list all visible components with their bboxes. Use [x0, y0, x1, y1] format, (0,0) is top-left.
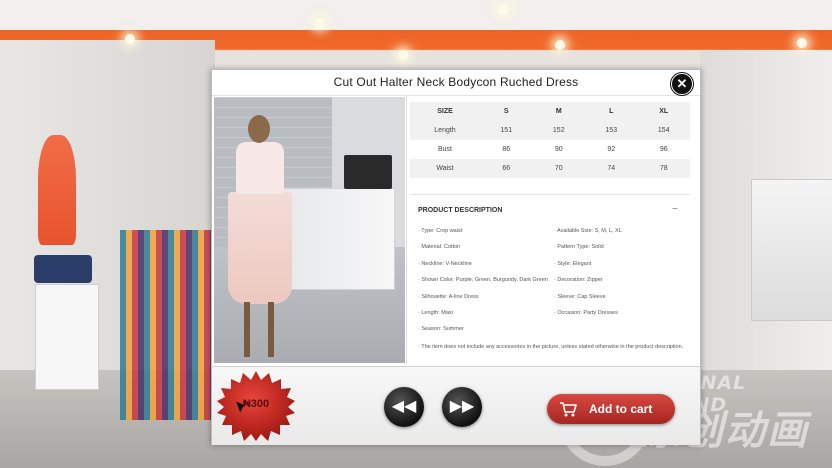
ceiling-light [555, 40, 565, 50]
collapse-icon[interactable]: − [672, 204, 678, 215]
display-shelf [36, 285, 98, 389]
display-bag [34, 255, 92, 283]
add-to-cart-label: Add to cart [589, 402, 653, 416]
attribute-item: · Style: Elegant [554, 261, 592, 267]
size-header: L [585, 102, 638, 121]
table-cell: 90 [554, 146, 563, 153]
attribute-item: · Season: Summer [418, 326, 464, 332]
ceiling-band [0, 0, 832, 30]
ceiling-light [125, 34, 135, 44]
ceiling-light [498, 5, 508, 15]
attribute-item: · Material: Cotton [418, 244, 461, 250]
attribute-item: · Available Size: S, M, L, XL [554, 228, 622, 234]
table-row: Length 151 152 153 154 [410, 121, 690, 140]
attribute-item: · Pattern Type: Solid [554, 244, 604, 250]
mannequin-leg [268, 302, 274, 357]
table-cell: 70 [532, 159, 585, 178]
table-cell: 154 [637, 121, 690, 140]
table-cell: 74 [585, 159, 638, 178]
product-title: Cut Out Halter Neck Bodycon Ruched Dress [212, 70, 700, 96]
table-cell: 78 [637, 159, 690, 178]
table-row: Waist 66 70 74 78 [410, 159, 690, 178]
size-header: XL [637, 102, 690, 121]
table-cell: 151 [480, 121, 533, 140]
attribute-item: · Neckline: V-Neckline [418, 261, 472, 267]
table-cell: 96 [659, 146, 668, 153]
description-title: PRODUCT DESCRIPTION [418, 207, 503, 214]
jewelry-display [752, 180, 832, 320]
row-label: Length [410, 121, 480, 140]
display-dress [38, 135, 76, 245]
ceiling-light [797, 38, 807, 48]
mannequin-head [248, 115, 270, 143]
attribute-item: · Decoration: Zipper [554, 277, 603, 283]
attribute-item: · Shown Color: Purple, Green, Burgundy, … [418, 277, 548, 283]
attribute-item: · Occasion: Party Dresses [554, 310, 618, 316]
ceiling-light [398, 50, 408, 60]
table-cell: 66 [480, 159, 533, 178]
product-photo [214, 97, 405, 363]
size-chart: SIZE S M L XL Length 151 152 153 154 Bus… [410, 102, 690, 178]
divider [406, 96, 407, 364]
attribute-item: · Type: Crop waist [418, 228, 463, 234]
table-cell: 92 [607, 146, 616, 153]
mannequin-dress-skirt [228, 192, 292, 304]
rewind-icon[interactable]: ◀◀ [384, 387, 424, 427]
add-to-cart-button[interactable]: Add to cart [547, 394, 675, 424]
photo-register [344, 155, 392, 189]
product-modal: Cut Out Halter Neck Bodycon Ruched Dress… [211, 69, 701, 445]
attribute-item: · Length: Maxi [418, 310, 453, 316]
description-note: · The item does not include any accessor… [418, 344, 684, 350]
fast-forward-icon[interactable]: ▶▶ [442, 387, 482, 427]
table-cell: 152 [532, 121, 585, 140]
product-description: PRODUCT DESCRIPTION − · Type: Crop waist… [410, 194, 690, 363]
attribute-item: · Silhouette: A-line Dress [418, 294, 479, 300]
size-header: SIZE [410, 102, 480, 121]
mannequin-leg [244, 302, 250, 357]
cart-icon [560, 402, 577, 417]
photo-counter [274, 189, 394, 289]
mannequin-dress-top [236, 142, 284, 194]
size-header: M [532, 102, 585, 121]
attribute-item: · Sleeve: Cap Sleeve [554, 294, 606, 300]
table-cell: 153 [585, 121, 638, 140]
ceiling-light [315, 18, 325, 28]
row-label: Bust [437, 146, 452, 153]
price-badge: ₦300 [216, 370, 296, 442]
size-header: S [480, 102, 533, 121]
row-label: Waist [410, 159, 480, 178]
close-icon[interactable]: ✕ [671, 73, 693, 95]
table-cell: 86 [502, 146, 511, 153]
clothing-rack [120, 230, 215, 420]
size-chart-header: SIZE S M L XL [410, 102, 690, 121]
modal-footer: ₦300 ◀◀ ▶▶ Add to cart [212, 366, 700, 445]
table-row: Bust 86 90 92 96 [410, 140, 690, 159]
